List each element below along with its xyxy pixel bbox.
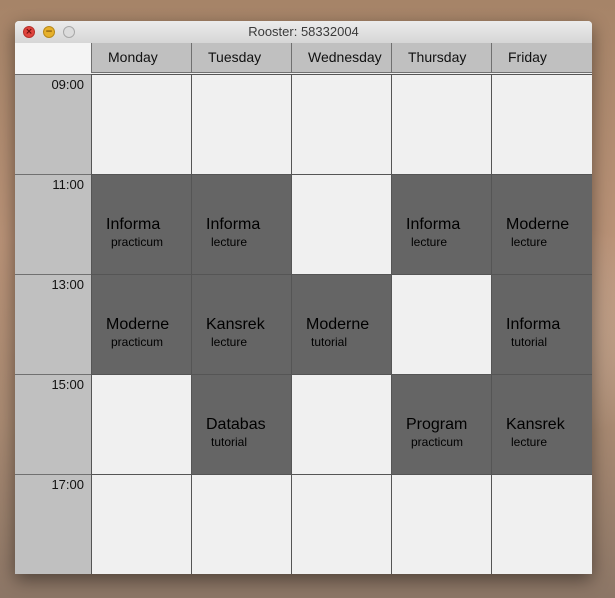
empty-slot[interactable] [191,474,291,574]
empty-slot[interactable] [91,474,191,574]
day-header-tuesday: Tuesday [191,43,291,73]
course-slot[interactable]: Informa practicum [91,174,191,274]
course-type: lecture [211,335,248,349]
empty-slot[interactable] [491,474,592,574]
empty-slot[interactable] [191,74,291,174]
course-type: tutorial [511,335,548,349]
day-header-wednesday: Wednesday [291,43,391,73]
course-slot[interactable]: Moderne lecture [491,174,592,274]
day-header-monday: Monday [91,43,191,73]
day-header-friday: Friday [491,43,592,73]
course-type: lecture [511,435,548,449]
course-name: Databas [206,416,266,433]
course-name: Informa [406,216,461,233]
course-name: Informa [506,316,561,333]
course-type: tutorial [311,335,348,349]
time-label: 11:00 [15,174,91,274]
title-bar[interactable]: × − Rooster: 58332004 [15,21,592,44]
course-name: Kansrek [206,316,265,333]
course-slot[interactable]: Kansrek lecture [491,374,592,474]
course-slot[interactable]: Informa lecture [191,174,291,274]
empty-slot[interactable] [291,74,391,174]
empty-slot[interactable] [91,374,191,474]
course-type: practicum [111,335,164,349]
window-title: Rooster: 58332004 [248,24,359,39]
course-name: Informa [206,216,261,233]
course-name: Program [406,416,468,433]
empty-slot[interactable] [91,74,191,174]
empty-slot[interactable] [291,374,391,474]
course-name: Kansrek [506,416,565,433]
empty-slot[interactable] [391,274,491,374]
course-slot[interactable]: Moderne tutorial [291,274,391,374]
time-label: 13:00 [15,274,91,374]
course-slot[interactable]: Databas tutorial [191,374,291,474]
course-type: lecture [211,235,248,249]
day-header-thursday: Thursday [391,43,491,73]
empty-slot[interactable] [491,74,592,174]
empty-slot[interactable] [391,74,491,174]
timetable-grid: Monday Tuesday Wednesday Thursday Friday 09:0… [15,43,592,574]
course-name: Informa [106,216,161,233]
rooster-window: × − Rooster: 58332004 Monday Tuesday Wedne… [15,21,592,574]
course-name: Moderne [106,316,170,333]
course-slot[interactable]: Informa lecture [391,174,491,274]
course-slot[interactable]: Kansrek lecture [191,274,291,374]
empty-slot[interactable] [391,474,491,574]
course-type: practicum [411,435,464,449]
course-name: Moderne [306,316,370,333]
course-slot[interactable]: Program practicum [391,374,491,474]
course-type: lecture [411,235,448,249]
course-type: tutorial [211,435,248,449]
time-label: 17:00 [15,474,91,574]
course-type: lecture [511,235,548,249]
course-slot[interactable]: Informa tutorial [491,274,592,374]
course-slot[interactable]: Moderne practicum [91,274,191,374]
empty-slot[interactable] [291,174,391,274]
empty-slot[interactable] [291,474,391,574]
grid-corner [15,43,91,74]
course-type: practicum [111,235,164,249]
time-label: 15:00 [15,374,91,474]
time-label: 09:00 [15,74,91,174]
course-name: Moderne [506,216,570,233]
